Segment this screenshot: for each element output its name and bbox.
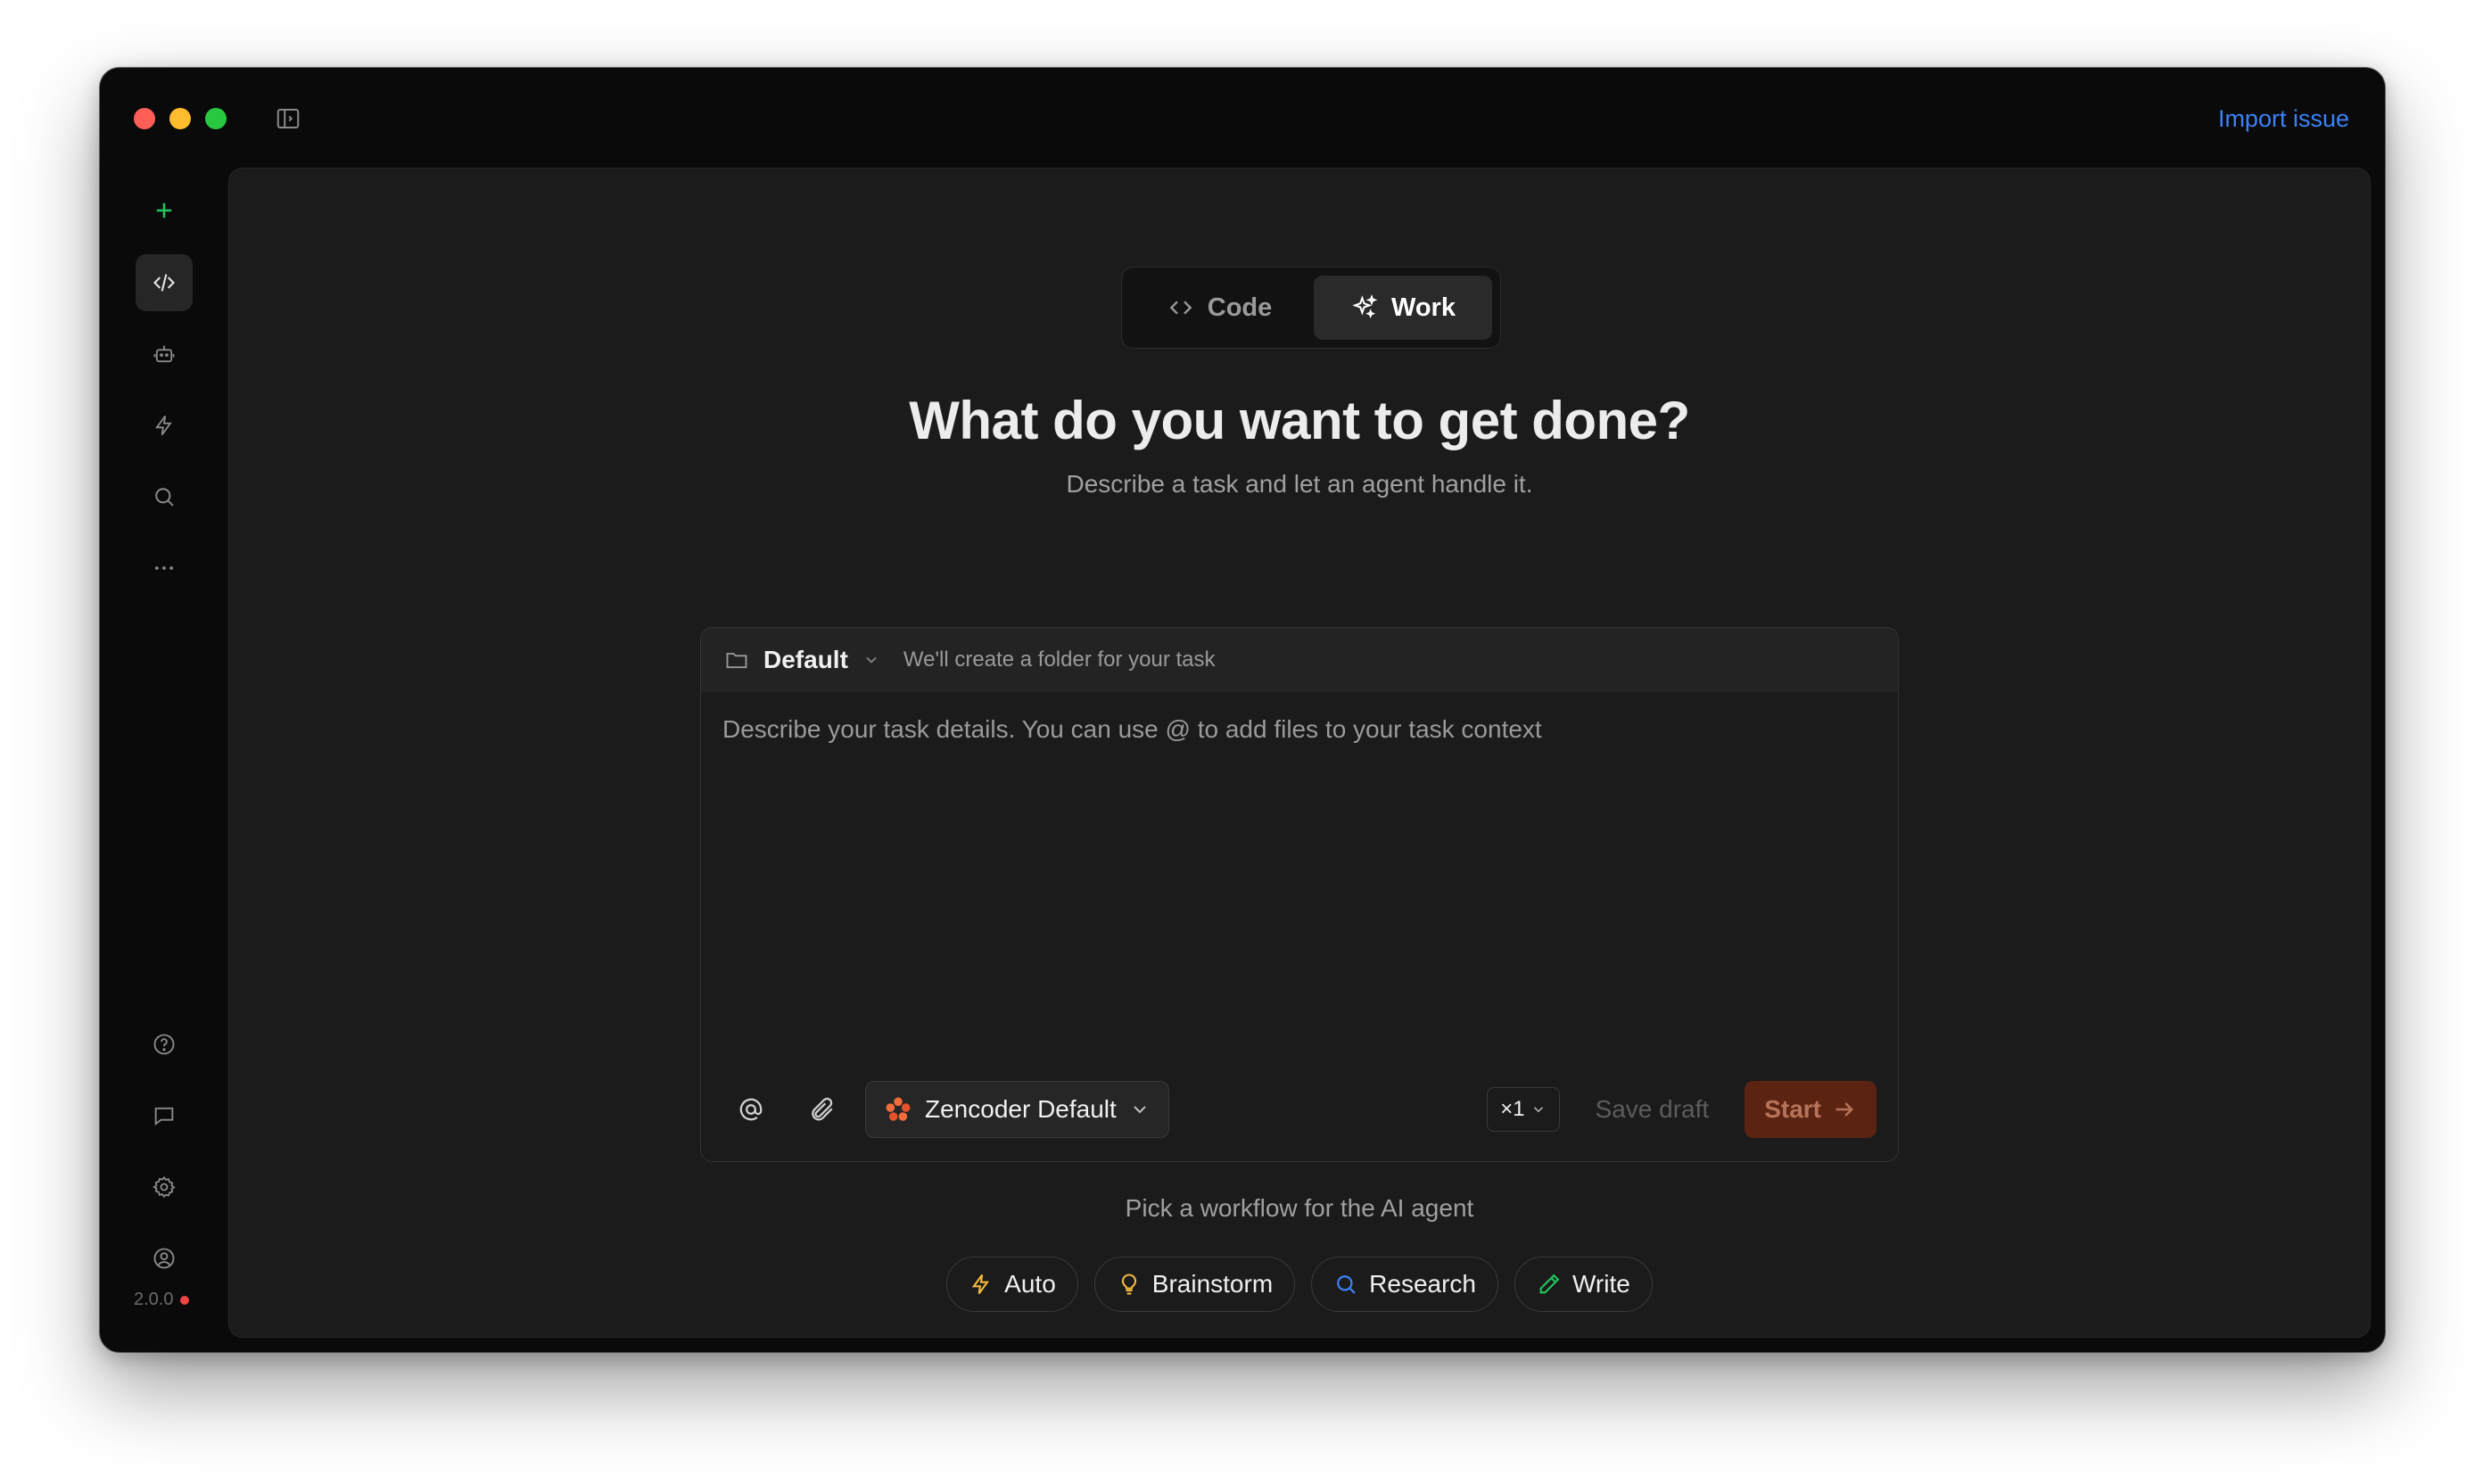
chevron-down-icon[interactable] [862,651,880,669]
workflow-auto-label: Auto [1004,1270,1056,1298]
mention-button[interactable] [722,1081,780,1138]
zencoder-logo-icon [886,1097,911,1121]
folder-bar: Default We'll create a folder for your t… [701,628,1898,692]
plus-icon [156,202,172,218]
model-select[interactable]: Zencoder Default [865,1081,1169,1138]
update-indicator-dot [180,1295,190,1305]
workflow-research-label: Research [1369,1270,1476,1298]
run-count-label: ×1 [1500,1097,1525,1121]
sidebar-item-more[interactable] [136,540,193,597]
close-window-button[interactable] [134,108,155,129]
version-text: 2.0.0 [134,1290,174,1309]
tab-work[interactable]: Work [1314,276,1492,340]
search-icon [1337,1275,1356,1294]
page-subtitle: Describe a task and let an agent handle … [1066,470,1533,498]
sparkles-icon [1352,294,1378,319]
page-title: What do you want to get done? [909,391,1690,450]
model-select-label: Zencoder Default [925,1095,1117,1123]
chevron-down-icon [1134,1106,1146,1114]
lightbulb-icon [1121,1274,1136,1295]
tab-code[interactable]: Code [1130,276,1308,340]
save-draft-button[interactable]: Save draft [1596,1095,1710,1124]
sidebar-item-settings[interactable] [136,1158,193,1216]
sidebar-item-feedback[interactable] [136,1087,193,1144]
folder-select[interactable]: Default [763,646,848,674]
lightning-icon [155,415,172,436]
robot-icon [153,345,175,363]
run-count-select[interactable]: ×1 [1487,1087,1560,1132]
tab-work-label: Work [1391,293,1456,322]
arrow-right-icon [1835,1102,1853,1117]
main-panel: Code Work What do you want to get done? … [228,168,2371,1338]
help-icon [153,1034,175,1055]
pencil-icon [1539,1274,1560,1294]
workflow-label: Pick a workflow for the AI agent [1125,1194,1474,1222]
composer-toolbar: Zencoder Default ×1 Save draft Start [722,1081,1877,1138]
sidebar-item-code[interactable] [136,254,193,311]
chat-icon [154,1107,174,1126]
start-button[interactable]: Start [1745,1081,1877,1138]
sidebar-item-agents[interactable] [136,326,193,383]
mode-switch: Code Work [1121,267,1501,349]
start-button-label: Start [1764,1095,1821,1123]
sidebar-item-search[interactable] [136,468,193,525]
chevron-down-icon [1533,1107,1543,1113]
workflow-write-label: Write [1572,1270,1630,1298]
workflow-brainstorm-button[interactable]: Brainstorm [1093,1257,1296,1312]
user-icon [153,1248,175,1269]
at-sign-icon [739,1098,763,1121]
maximize-window-button[interactable] [205,108,227,129]
app-window: Import issue 2.0.0 Code Work What do you… [100,68,2385,1352]
folder-hint: We'll create a folder for your task [903,647,1216,672]
minimize-window-button[interactable] [169,108,191,129]
folder-icon [726,653,747,669]
gear-icon [153,1175,176,1199]
sidebar-toggle-icon[interactable] [275,105,301,132]
code-brackets-icon [1169,301,1192,315]
sidebar-item-account[interactable] [136,1230,193,1287]
paperclip-icon [812,1097,833,1121]
search-icon [155,488,174,507]
workflow-auto-button[interactable]: Auto [946,1257,1078,1312]
workflow-chips: Auto Brainstorm Research Write [229,1257,2370,1312]
sidebar-item-help[interactable] [136,1016,193,1073]
task-composer: Default We'll create a folder for your t… [700,627,1899,1162]
code-icon [153,274,175,292]
workflow-brainstorm-label: Brainstorm [1151,1270,1274,1298]
tab-code-label: Code [1207,293,1273,322]
sidebar-item-automations[interactable] [136,397,193,454]
lightning-icon [971,1274,990,1295]
version-label: 2.0.0 [134,1290,190,1310]
attach-button[interactable] [794,1081,851,1138]
task-description-input[interactable] [722,715,1873,983]
import-issue-link[interactable]: Import issue [2218,105,2349,133]
more-icon [154,566,174,570]
workflow-write-button[interactable]: Write [1514,1257,1653,1312]
new-task-button[interactable] [136,182,193,239]
workflow-research-button[interactable]: Research [1311,1257,1498,1312]
